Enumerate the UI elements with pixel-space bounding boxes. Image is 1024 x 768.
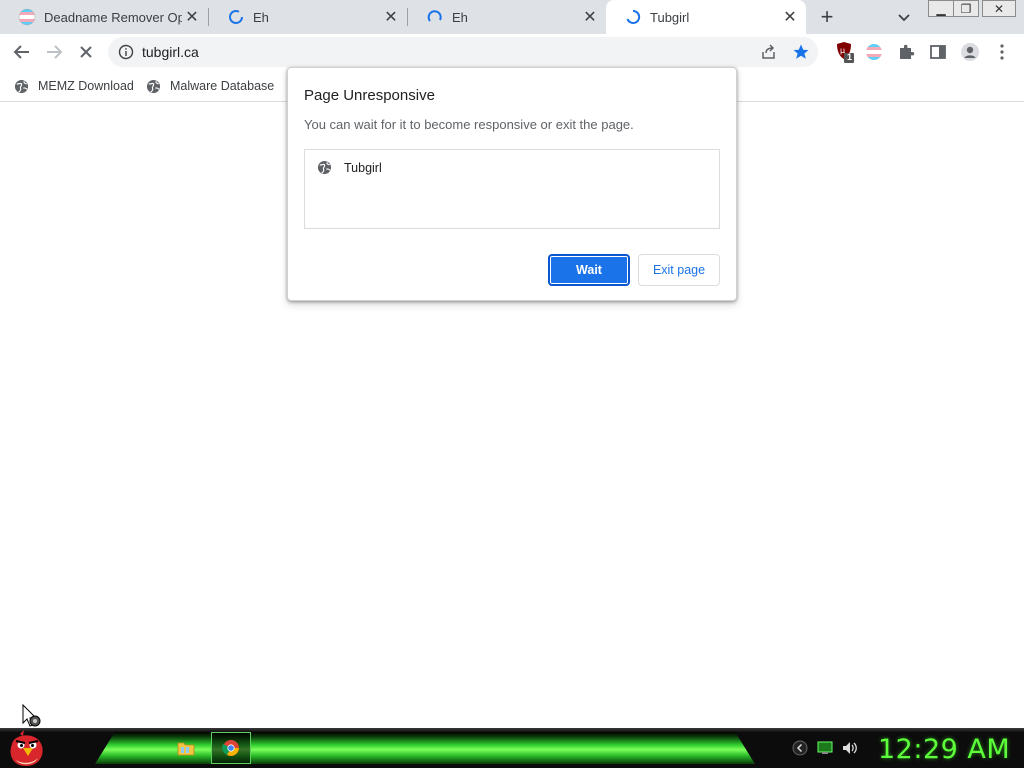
minimize-button[interactable]: ▁ (928, 0, 954, 17)
page-title: Tubgirl (344, 160, 382, 175)
deadname-remover-extension-button[interactable] (862, 40, 886, 64)
extensions-button[interactable] (894, 40, 918, 64)
ublock-extension-button[interactable]: μ 1 (832, 40, 856, 64)
close-tab-icon[interactable]: ✕ (580, 7, 600, 27)
stop-loading-button[interactable] (74, 40, 98, 64)
tab-deadname-remover[interactable]: Deadname Remover Opti ✕ (0, 0, 208, 34)
bookmark-memz-download[interactable]: MEMZ Download (14, 76, 134, 96)
close-tab-icon[interactable]: ✕ (381, 7, 401, 27)
tab-title: Eh (452, 9, 468, 25)
window-close-button[interactable]: ✕ (982, 0, 1016, 17)
close-tab-icon[interactable]: ✕ (182, 7, 202, 27)
back-button[interactable] (10, 40, 34, 64)
bookmark-malware-database[interactable]: Malware Database (146, 76, 274, 96)
wait-button[interactable]: Wait (548, 254, 630, 286)
puzzle-piece-icon (900, 44, 915, 59)
taskbar: 12:29 AM (0, 728, 1024, 768)
bookmark-star-icon[interactable] (792, 43, 810, 61)
stop-x-icon (80, 46, 92, 58)
folder-icon (177, 742, 195, 756)
close-tab-icon[interactable]: ✕ (780, 7, 800, 27)
bookmark-label: Malware Database (170, 79, 275, 93)
loading-spinner-icon (229, 10, 243, 24)
kebab-menu-icon (1000, 44, 1004, 60)
bookmark-label: MEMZ Download (38, 79, 134, 93)
extension-badge: 1 (847, 52, 853, 62)
globe-icon (317, 160, 332, 175)
tab-tubgirl[interactable]: Tubgirl ✕ (606, 0, 806, 34)
taskbar-chrome[interactable] (211, 732, 251, 764)
tab-strip: Deadname Remover Opti ✕ Eh ✕ Eh ✕ Tubgir… (0, 0, 1024, 34)
browser-toolbar: tubgirl.ca μ 1 (0, 34, 1024, 70)
address-bar[interactable]: tubgirl.ca (108, 37, 818, 67)
avatar-icon (961, 43, 979, 61)
url-text: tubgirl.ca (142, 44, 199, 60)
network-icon[interactable] (817, 740, 833, 756)
angry-bird-start-icon (10, 730, 43, 766)
tab-title: Deadname Remover Opti (44, 9, 182, 25)
profile-button[interactable] (958, 40, 982, 64)
tab-eh-2[interactable]: Eh ✕ (408, 0, 606, 34)
trans-flag-icon (18, 8, 36, 26)
unresponsive-pages-list: Tubgirl (304, 149, 720, 229)
exit-page-button[interactable]: Exit page (638, 254, 720, 286)
side-panel-button[interactable] (926, 40, 950, 64)
share-icon[interactable] (760, 44, 777, 60)
forward-button[interactable] (42, 40, 66, 64)
restore-button[interactable]: ❐ (953, 0, 979, 17)
new-tab-button[interactable]: + (815, 4, 839, 29)
tab-search-chevron-icon[interactable] (894, 7, 914, 27)
tab-title: Tubgirl (650, 9, 690, 25)
taskbar-file-explorer[interactable] (166, 732, 206, 764)
trans-flag-icon (866, 44, 882, 60)
dialog-message: You can wait for it to become responsive… (304, 117, 634, 132)
tab-eh-1[interactable]: Eh ✕ (209, 0, 407, 34)
tab-title: Eh (253, 9, 269, 25)
globe-icon (14, 79, 29, 93)
dialog-title: Page Unresponsive (304, 87, 435, 104)
forward-arrow-icon (47, 45, 63, 59)
tray-expand-icon[interactable] (792, 740, 808, 756)
page-unresponsive-dialog: Page Unresponsive You can wait for it to… (287, 67, 737, 301)
taskbar-top-edge (0, 728, 1024, 732)
volume-icon[interactable] (841, 740, 857, 756)
loading-spinner-icon (427, 10, 442, 22)
loading-spinner-icon (626, 9, 641, 24)
taskbar-clock[interactable]: 12:29 AM (878, 734, 1010, 765)
info-icon[interactable] (118, 44, 134, 60)
menu-button[interactable] (990, 40, 1014, 64)
side-panel-icon (930, 45, 946, 59)
start-button[interactable] (6, 730, 48, 768)
back-arrow-icon (13, 45, 29, 59)
busy-cursor-icon (22, 704, 41, 727)
globe-icon (146, 79, 161, 93)
chrome-icon (222, 740, 239, 756)
list-item: Tubgirl (317, 160, 382, 175)
